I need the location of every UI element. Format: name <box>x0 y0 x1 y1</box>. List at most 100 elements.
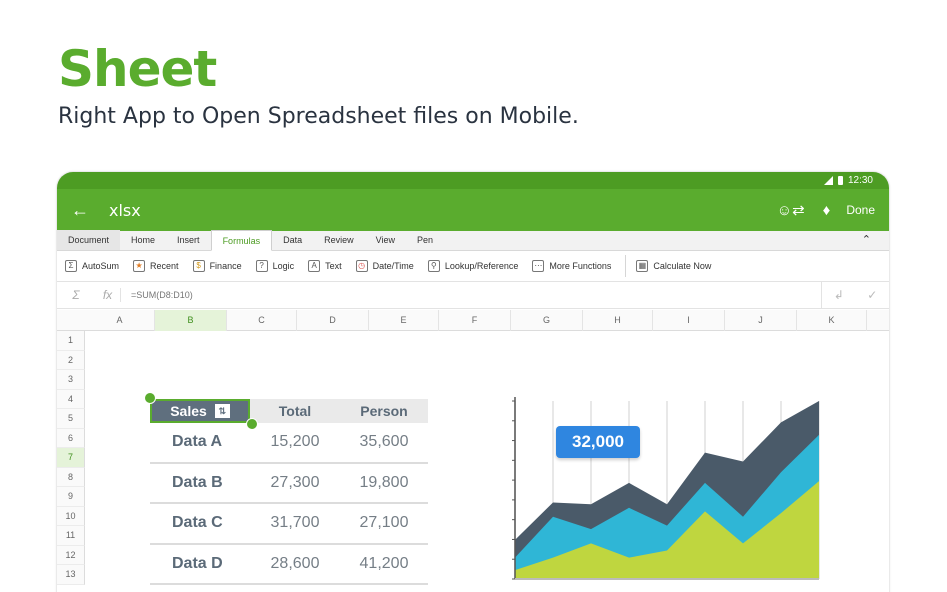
recent-button[interactable]: ★ Recent <box>133 260 179 272</box>
tab-document[interactable]: Document <box>57 230 121 250</box>
selection-handle-start[interactable] <box>144 392 156 404</box>
more-functions-label: More Functions <box>549 261 612 271</box>
tab-formulas[interactable]: Formulas <box>210 230 273 251</box>
status-time: 12:30 <box>847 175 873 186</box>
wrap-icon[interactable]: ↲ <box>834 288 844 302</box>
row-person[interactable]: 19,800 <box>340 474 428 492</box>
status-bar: 12:30 <box>57 172 889 189</box>
row-header-3[interactable]: 3 <box>57 370 85 390</box>
formula-input[interactable]: =SUM(D8:D10) <box>121 290 821 300</box>
column-header-c[interactable]: C <box>227 310 297 331</box>
confirm-check-icon[interactable]: ✓ <box>867 288 877 302</box>
datetime-button[interactable]: ◷ Date/Time <box>355 260 414 272</box>
lookup-reference-button[interactable]: ⚲ Lookup/Reference <box>427 260 518 272</box>
sales-header-cell[interactable]: Sales ⇅ <box>144 392 258 430</box>
row-total[interactable]: 15,200 <box>250 433 340 451</box>
row-total[interactable]: 31,700 <box>250 514 340 532</box>
row-header-5[interactable]: 5 <box>57 409 85 429</box>
calculate-icon: ▦ <box>636 260 649 272</box>
column-header-k[interactable]: K <box>797 310 867 331</box>
column-header-b[interactable]: B <box>155 310 227 331</box>
column-header-j[interactable]: J <box>725 310 797 331</box>
finance-icon: $ <box>192 260 205 272</box>
share-user-icon[interactable]: ☺⇄ <box>777 201 805 219</box>
logic-button[interactable]: ? Logic <box>255 260 294 272</box>
row-header-10[interactable]: 10 <box>57 506 85 526</box>
more-functions-icon: ⋯ <box>532 260 545 272</box>
function-icon[interactable]: fx <box>95 288 121 302</box>
formula-bar: Σ fx =SUM(D8:D10) ↲ ✓ <box>57 281 889 309</box>
done-button[interactable]: Done <box>846 203 875 217</box>
selection-handle-end[interactable] <box>246 418 258 430</box>
table-header-row: Sales ⇅ Total Person <box>144 392 428 430</box>
battery-icon <box>837 176 843 185</box>
table-row[interactable]: Data D 28,600 41,200 <box>150 545 428 585</box>
calculate-now-button[interactable]: ▦ Calculate Now <box>636 260 711 272</box>
row-header-4[interactable]: 4 <box>57 389 85 409</box>
tab-review[interactable]: Review <box>313 230 365 250</box>
total-header-cell[interactable]: Total <box>250 403 340 419</box>
row-name[interactable]: Data C <box>150 514 250 532</box>
row-total[interactable]: 27,300 <box>250 474 340 492</box>
document-title: xlsx <box>109 200 141 220</box>
tab-view[interactable]: View <box>365 230 406 250</box>
more-functions-button[interactable]: ⋯ More Functions <box>532 260 611 272</box>
sales-header-label: Sales <box>170 403 207 419</box>
row-name[interactable]: Data B <box>150 474 250 492</box>
sort-filter-icon[interactable]: ⇅ <box>214 404 230 418</box>
hero-subtitle: Right App to Open Spreadsheet files on M… <box>58 104 579 129</box>
text-button[interactable]: A Text <box>308 260 342 272</box>
row-header-1[interactable]: 1 <box>57 331 85 351</box>
hero-title: Sheet <box>58 40 217 98</box>
column-header-i[interactable]: I <box>653 310 725 331</box>
person-header-cell[interactable]: Person <box>340 403 428 419</box>
row-header-9[interactable]: 9 <box>57 487 85 507</box>
column-headers: ABCDEFGHIJK <box>57 310 889 331</box>
datetime-label: Date/Time <box>372 261 414 271</box>
table-row[interactable]: Data A 15,200 35,600 <box>150 423 428 464</box>
bell-icon[interactable]: ♦ <box>823 202 831 219</box>
row-header-7[interactable]: 7 <box>57 448 85 468</box>
column-header-g[interactable]: G <box>511 310 583 331</box>
column-header-a[interactable]: A <box>85 310 155 331</box>
recent-label: Recent <box>150 261 179 271</box>
formula-actions: ↲ ✓ <box>821 281 889 309</box>
area-chart[interactable] <box>507 397 827 587</box>
table-row[interactable]: Data B 27,300 19,800 <box>150 464 428 504</box>
collapse-ribbon-icon[interactable]: ⌃ <box>862 233 871 246</box>
sales-table[interactable]: Sales ⇅ Total Person Data A 15,200 35,60… <box>144 392 428 585</box>
tab-home[interactable]: Home <box>120 230 166 250</box>
column-header-h[interactable]: H <box>583 310 653 331</box>
sum-icon[interactable]: Σ <box>57 288 95 302</box>
row-name[interactable]: Data A <box>150 433 250 451</box>
column-header-e[interactable]: E <box>369 310 439 331</box>
row-person[interactable]: 35,600 <box>340 433 428 451</box>
ribbon-divider <box>625 255 627 277</box>
row-person[interactable]: 27,100 <box>340 514 428 532</box>
text-label: Text <box>325 261 342 271</box>
column-header-f[interactable]: F <box>439 310 511 331</box>
tab-data[interactable]: Data <box>272 230 313 250</box>
row-header-6[interactable]: 6 <box>57 428 85 448</box>
finance-button[interactable]: $ Finance <box>192 260 242 272</box>
row-person[interactable]: 41,200 <box>340 555 428 573</box>
text-icon: A <box>308 260 321 272</box>
logic-icon: ? <box>255 260 268 272</box>
row-header-11[interactable]: 11 <box>57 526 85 546</box>
app-bar: ← xlsx ☺⇄ ♦ Done <box>57 189 889 231</box>
row-header-2[interactable]: 2 <box>57 350 85 370</box>
tab-insert[interactable]: Insert <box>166 230 211 250</box>
autosum-button[interactable]: Σ AutoSum <box>65 260 119 272</box>
table-row[interactable]: Data C 31,700 27,100 <box>150 504 428 545</box>
row-header-12[interactable]: 12 <box>57 545 85 565</box>
row-total[interactable]: 28,600 <box>250 555 340 573</box>
row-name[interactable]: Data D <box>150 555 250 573</box>
lookup-icon: ⚲ <box>427 260 440 272</box>
tab-pen[interactable]: Pen <box>406 230 444 250</box>
row-header-13[interactable]: 13 <box>57 565 85 585</box>
back-arrow-icon[interactable]: ← <box>71 200 109 221</box>
column-header-d[interactable]: D <box>297 310 369 331</box>
finance-label: Finance <box>209 261 242 271</box>
recent-icon: ★ <box>133 260 146 272</box>
row-header-8[interactable]: 8 <box>57 467 85 487</box>
